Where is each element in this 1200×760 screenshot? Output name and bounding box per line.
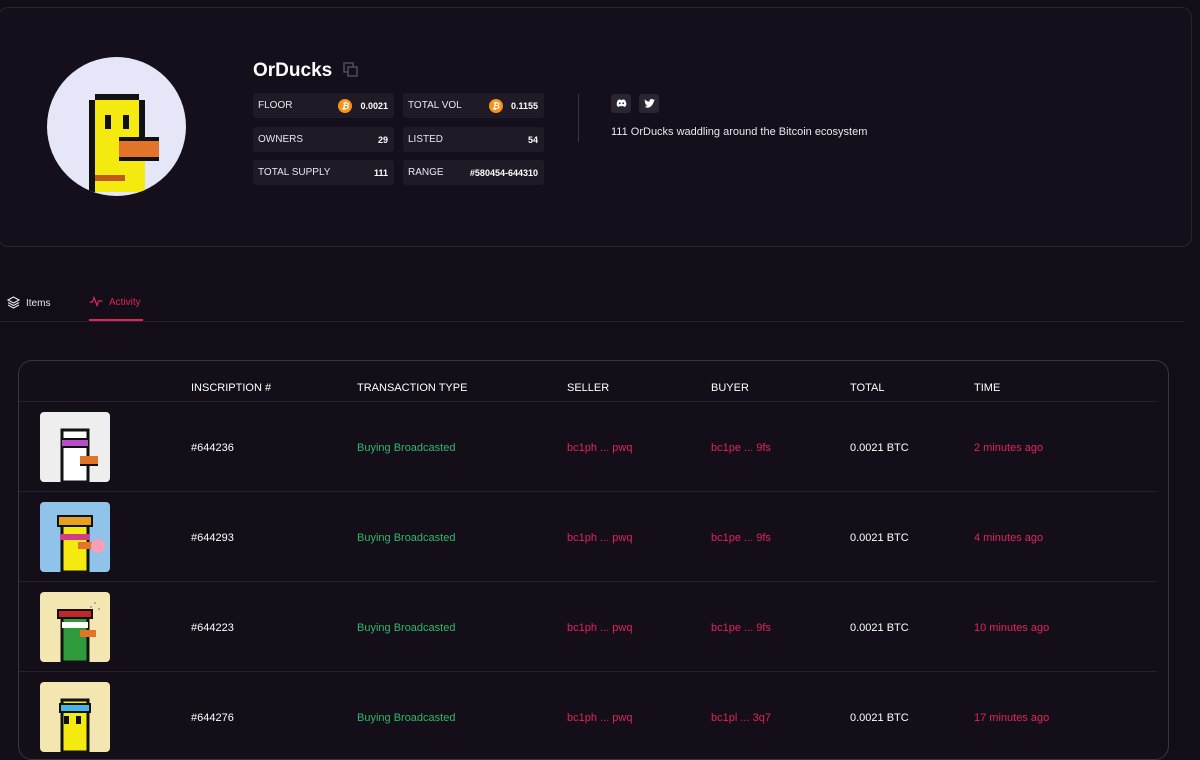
column-header: BUYER [711, 382, 749, 394]
tab-bar: Items Activity [0, 286, 1184, 322]
tab-label: Items [26, 298, 51, 309]
time-ago[interactable]: 17 minutes ago [974, 712, 1049, 724]
table-row[interactable]: #644276 Buying Broadcasted bc1ph ... pwq… [19, 672, 1157, 759]
column-header: TOTAL [850, 382, 885, 394]
table-row[interactable]: #644293 Buying Broadcasted bc1ph ... pwq… [19, 492, 1157, 582]
seller-address[interactable]: bc1ph ... pwq [567, 442, 632, 454]
time-ago[interactable]: 4 minutes ago [974, 532, 1043, 544]
table-header: INSCRIPTION # TRANSACTION TYPE SELLER BU… [19, 361, 1157, 402]
discord-icon[interactable] [611, 94, 631, 113]
stat-value: 54 [527, 134, 538, 145]
inscription-number[interactable]: #644293 [191, 532, 234, 544]
nft-thumbnail[interactable] [40, 682, 110, 752]
transaction-type: Buying Broadcasted [357, 442, 456, 454]
twitter-icon[interactable] [639, 94, 659, 113]
tab-label: Activity [109, 297, 141, 308]
column-header: TIME [974, 382, 1001, 394]
transaction-type: Buying Broadcasted [357, 622, 456, 634]
column-header: INSCRIPTION # [191, 382, 272, 394]
bitcoin-icon: ₿ [338, 98, 353, 113]
stat-label: RANGE [408, 167, 444, 178]
inscription-number[interactable]: #644276 [191, 712, 234, 724]
collection-description: 111 OrDucks waddling around the Bitcoin … [611, 126, 868, 138]
column-header: TRANSACTION TYPE [357, 382, 468, 394]
nft-thumbnail[interactable] [40, 592, 110, 662]
seller-address[interactable]: bc1ph ... pwq [567, 712, 632, 724]
layers-icon [6, 295, 21, 312]
buyer-address[interactable]: bc1pe ... 9fs [711, 622, 771, 634]
stat-value: #580454-644310 [469, 167, 538, 178]
inscription-number[interactable]: #644236 [191, 442, 234, 454]
activity-table: INSCRIPTION # TRANSACTION TYPE SELLER BU… [18, 360, 1169, 760]
total-price: 0.0021 BTC [850, 712, 909, 724]
total-price: 0.0021 BTC [850, 622, 909, 634]
stat-label: TOTAL VOL [408, 100, 462, 111]
stat-value: 29 [377, 134, 388, 145]
collection-title: OrDucks [253, 60, 333, 81]
inscription-number[interactable]: #644223 [191, 622, 234, 634]
seller-address[interactable]: bc1ph ... pwq [567, 532, 632, 544]
stat-total-supply: TOTAL SUPPLY 111 [253, 160, 394, 185]
transaction-type: Buying Broadcasted [357, 532, 456, 544]
table-row[interactable]: #644223 Buying Broadcasted bc1ph ... pwq… [19, 582, 1157, 672]
stat-label: TOTAL SUPPLY [258, 167, 331, 178]
stat-range: RANGE #580454-644310 [403, 160, 544, 185]
buyer-address[interactable]: bc1pl ... 3q7 [711, 712, 771, 724]
stat-label: LISTED [408, 134, 444, 145]
buyer-address[interactable]: bc1pe ... 9fs [711, 532, 771, 544]
stat-value: 111 [373, 167, 388, 178]
nft-thumbnail[interactable] [40, 502, 110, 572]
divider [578, 94, 579, 142]
stat-label: FLOOR [258, 100, 293, 111]
stat-label: OWNERS [258, 134, 303, 145]
bitcoin-icon: ₿ [488, 98, 503, 113]
stat-total-vol: TOTAL VOL ₿ 0.1155 [403, 93, 544, 118]
stat-listed: LISTED 54 [403, 127, 544, 152]
stat-value: 0.0021 [360, 100, 388, 111]
collection-avatar [47, 57, 186, 196]
column-header: SELLER [567, 382, 610, 394]
activity-icon [89, 295, 103, 310]
tab-activity[interactable]: Activity [89, 286, 143, 321]
table-row[interactable]: #644236 Buying Broadcasted bc1ph ... pwq… [19, 402, 1157, 492]
seller-address[interactable]: bc1ph ... pwq [567, 622, 632, 634]
buyer-address[interactable]: bc1pe ... 9fs [711, 442, 771, 454]
time-ago[interactable]: 2 minutes ago [974, 442, 1043, 454]
total-price: 0.0021 BTC [850, 532, 909, 544]
copy-icon[interactable] [343, 62, 359, 78]
stat-floor: FLOOR ₿ 0.0021 [253, 93, 394, 118]
stat-value: 0.1155 [510, 100, 538, 111]
nft-thumbnail[interactable] [40, 412, 110, 482]
time-ago[interactable]: 10 minutes ago [974, 622, 1049, 634]
transaction-type: Buying Broadcasted [357, 712, 456, 724]
stat-owners: OWNERS 29 [253, 127, 394, 152]
total-price: 0.0021 BTC [850, 442, 909, 454]
tab-items[interactable]: Items [6, 286, 51, 321]
